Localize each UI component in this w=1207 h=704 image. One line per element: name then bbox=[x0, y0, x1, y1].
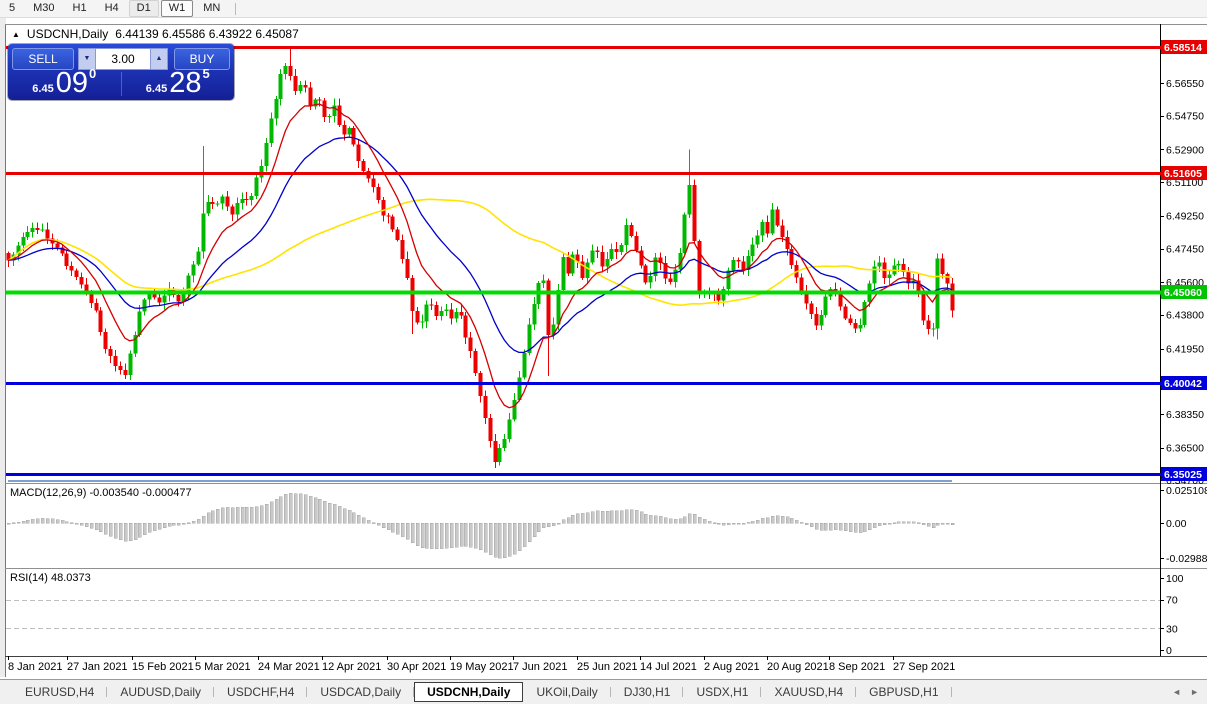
price-badge-label: 6.58514 bbox=[1164, 42, 1202, 54]
tab-gbpusd-h1[interactable]: GBPUSD,H1 bbox=[856, 682, 951, 702]
volume-input[interactable] bbox=[96, 48, 150, 70]
price-badge-label: 6.51605 bbox=[1164, 168, 1202, 180]
price-tick-label: 6.38350 bbox=[1166, 409, 1204, 421]
date-label: 14 Jul 2021 bbox=[640, 661, 697, 673]
price-tick-label: 6.43800 bbox=[1166, 310, 1204, 322]
tab-usdx-h1[interactable]: USDX,H1 bbox=[683, 682, 761, 702]
macd-scale-label: -0.02988 bbox=[1166, 553, 1207, 565]
price-badge-label: 6.35025 bbox=[1164, 469, 1202, 481]
rsi-indicator-label: RSI(14) 48.0373 bbox=[10, 572, 91, 584]
moving-averages-layer bbox=[8, 104, 952, 408]
collapse-icon[interactable]: ▲ bbox=[12, 30, 20, 39]
price-axis: 6.565506.547506.529006.511006.492506.474… bbox=[1160, 40, 1207, 487]
date-label: 12 Apr 2021 bbox=[322, 661, 381, 673]
triangle-up-icon: ▲ bbox=[156, 55, 163, 62]
chart-ohlc-values: 6.44139 6.45586 6.43922 6.45087 bbox=[115, 27, 299, 41]
price-tick-label: 6.49250 bbox=[1166, 211, 1204, 223]
date-label: 25 Jun 2021 bbox=[577, 661, 638, 673]
buy-price-display[interactable]: 6.45285 bbox=[122, 70, 235, 98]
timeframe-button-w1[interactable]: W1 bbox=[161, 0, 194, 17]
mt4-terminal-window: 5M30H1H4D1W1MN ▲ USDCNH,Daily 6.44139 6.… bbox=[0, 0, 1207, 704]
date-label: 27 Jan 2021 bbox=[67, 661, 128, 673]
date-label: 8 Jan 2021 bbox=[8, 661, 62, 673]
tab-xauusd-h4[interactable]: XAUUSD,H4 bbox=[761, 682, 856, 702]
buy-price-big: 28 bbox=[169, 70, 201, 96]
sell-price-sup: 0 bbox=[89, 61, 96, 87]
date-label: 27 Sep 2021 bbox=[893, 661, 955, 673]
rsi-scale-label: 30 bbox=[1166, 623, 1178, 635]
chart-canvas[interactable]: 0.0251080.00-0.02988100703006.565506.547… bbox=[0, 0, 1207, 704]
date-label: 19 May 2021 bbox=[450, 661, 514, 673]
macd-indicator-label: MACD(12,26,9) -0.003540 -0.000477 bbox=[10, 487, 192, 499]
price-badge-label: 6.45060 bbox=[1164, 287, 1202, 299]
sell-price-display[interactable]: 6.45090 bbox=[8, 70, 121, 98]
rsi-scale-label: 100 bbox=[1166, 573, 1184, 585]
price-tick-label: 6.52900 bbox=[1166, 144, 1204, 156]
tab-audusd-daily[interactable]: AUDUSD,Daily bbox=[107, 682, 214, 702]
timeframe-toolbar: 5M30H1H4D1W1MN bbox=[0, 0, 1207, 18]
scroll-left-icon[interactable]: ◄ bbox=[1172, 687, 1181, 697]
tab-usdchf-h4[interactable]: USDCHF,H4 bbox=[214, 682, 307, 702]
sell-price-small: 6.45 bbox=[32, 82, 53, 96]
date-label: 7 Jun 2021 bbox=[513, 661, 567, 673]
tab-scroll-arrows: ◄ ► bbox=[1172, 680, 1199, 704]
tab-usdcnh-daily[interactable]: USDCNH,Daily bbox=[414, 682, 523, 702]
date-label: 8 Sep 2021 bbox=[829, 661, 885, 673]
one-click-trading-panel: SELL ▼ ▲ BUY 6.45090 6.45285 bbox=[8, 44, 234, 100]
timeframe-button-m30[interactable]: M30 bbox=[25, 0, 62, 17]
candles-layer bbox=[7, 48, 955, 468]
tab-usdcad-daily[interactable]: USDCAD,Daily bbox=[307, 682, 414, 702]
date-label: 2 Aug 2021 bbox=[704, 661, 760, 673]
ma-fast-line bbox=[8, 104, 952, 408]
timeframe-button-mn[interactable]: MN bbox=[195, 0, 228, 17]
toolbar-separator bbox=[235, 3, 236, 15]
date-label: 24 Mar 2021 bbox=[258, 661, 320, 673]
date-label: 5 Mar 2021 bbox=[195, 661, 251, 673]
timeframe-button-h1[interactable]: H1 bbox=[65, 0, 95, 17]
date-label: 20 Aug 2021 bbox=[767, 661, 829, 673]
timeframe-button-5[interactable]: 5 bbox=[1, 0, 23, 17]
price-tick-label: 6.41950 bbox=[1166, 343, 1204, 355]
chart-tabs-bar: EURUSD,H4AUDUSD,DailyUSDCHF,H4USDCAD,Dai… bbox=[0, 679, 1207, 704]
date-label: 30 Apr 2021 bbox=[387, 661, 446, 673]
chart-title: ▲ USDCNH,Daily 6.44139 6.45586 6.43922 6… bbox=[12, 27, 299, 41]
tab-eurusd-h4[interactable]: EURUSD,H4 bbox=[12, 682, 107, 702]
macd-scale-label: 0.00 bbox=[1166, 518, 1187, 530]
price-tick-label: 6.56550 bbox=[1166, 78, 1204, 90]
tab-dj30-h1[interactable]: DJ30,H1 bbox=[611, 682, 684, 702]
chart-frame bbox=[0, 17, 1207, 677]
rsi-scale-label: 70 bbox=[1166, 595, 1178, 607]
price-tick-label: 6.54750 bbox=[1166, 111, 1204, 123]
timeframe-button-h4[interactable]: H4 bbox=[97, 0, 127, 17]
tab-ukoil-daily[interactable]: UKOil,Daily bbox=[523, 682, 610, 702]
rsi-scale-label: 0 bbox=[1166, 645, 1172, 657]
price-tick-label: 6.36500 bbox=[1166, 442, 1204, 454]
sell-price-big: 09 bbox=[56, 70, 88, 96]
chart-symbol-title: USDCNH,Daily bbox=[27, 27, 108, 41]
ma-medium-line bbox=[8, 137, 952, 352]
scroll-right-icon[interactable]: ► bbox=[1190, 687, 1199, 697]
rsi-bands bbox=[6, 601, 1160, 629]
date-label: 15 Feb 2021 bbox=[132, 661, 194, 673]
buy-price-small: 6.45 bbox=[146, 82, 167, 96]
volume-increase-button[interactable]: ▲ bbox=[150, 48, 168, 70]
price-badge-label: 6.40042 bbox=[1164, 378, 1202, 390]
buy-price-sup: 5 bbox=[202, 61, 209, 87]
price-tick-label: 6.47450 bbox=[1166, 243, 1204, 255]
timeframe-button-d1[interactable]: D1 bbox=[129, 0, 159, 17]
date-axis: 8 Jan 2021 27 Jan 2021 15 Feb 20215 Mar 20… bbox=[8, 656, 955, 673]
